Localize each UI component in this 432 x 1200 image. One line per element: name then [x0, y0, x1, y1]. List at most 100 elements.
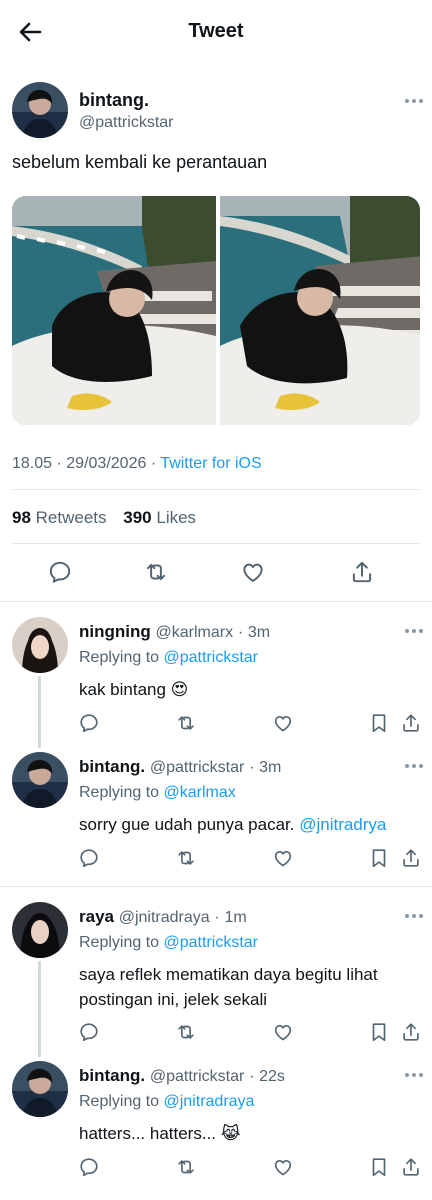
- reply-author[interactable]: ningning @karlmarx · 3m: [79, 622, 270, 642]
- divider: [0, 601, 432, 602]
- more-options-icon[interactable]: [404, 1072, 424, 1078]
- thread-line: [38, 676, 41, 748]
- share-icon[interactable]: [400, 712, 422, 734]
- top-bar: Tweet: [0, 0, 432, 64]
- replying-to: Replying to @pattrickstar: [79, 649, 258, 667]
- share-icon[interactable]: [400, 847, 422, 869]
- divider: [0, 886, 432, 887]
- reply-author[interactable]: bintang. @pattrickstar · 3m: [79, 757, 281, 777]
- likes-stat[interactable]: 390 Likes: [123, 508, 196, 527]
- replying-to-handle[interactable]: @karlmax: [164, 784, 236, 801]
- retweet-icon[interactable]: [175, 712, 197, 734]
- likes-count: 390: [123, 508, 152, 527]
- tweet-text: sebelum kembali ke perantauan: [12, 152, 268, 172]
- replying-to-handle[interactable]: @jnitradraya: [164, 1093, 255, 1110]
- more-options-icon[interactable]: [404, 98, 424, 104]
- reply-body: kak bintang 😍: [79, 680, 189, 699]
- reply-icon[interactable]: [78, 847, 100, 869]
- replying-to-handle[interactable]: @pattrickstar: [164, 934, 258, 951]
- reply-body: saya reflek mematikan daya begitu lihat …: [79, 965, 378, 1009]
- bookmark-icon[interactable]: [368, 847, 390, 869]
- bookmark-icon[interactable]: [368, 1156, 390, 1178]
- mention-link[interactable]: @jnitradrya: [299, 815, 386, 834]
- meta-separator: ·: [249, 1068, 255, 1085]
- display-name: bintang.: [79, 757, 146, 776]
- page-title: Tweet: [188, 20, 244, 42]
- like-icon[interactable]: [272, 1021, 294, 1043]
- tweet-stats: 98 Retweets 390 Likes: [12, 508, 196, 528]
- replying-label: Replying to: [79, 934, 160, 951]
- reply-time: 3m: [247, 624, 271, 641]
- reply-text: kak bintang 😍: [79, 677, 419, 702]
- more-options-icon[interactable]: [404, 913, 424, 919]
- meta-separator: ·: [249, 759, 255, 776]
- reply-time: 1m: [224, 909, 247, 926]
- handle[interactable]: @pattrickstar: [79, 114, 173, 132]
- display-name[interactable]: bintang.: [79, 90, 149, 111]
- like-icon[interactable]: [272, 712, 294, 734]
- share-icon[interactable]: [400, 1156, 422, 1178]
- tweet-meta: 18.05 · 29/03/2026 · Twitter for iOS: [12, 455, 262, 473]
- divider: [12, 543, 420, 544]
- share-icon[interactable]: [400, 1021, 422, 1043]
- replying-label: Replying to: [79, 649, 160, 666]
- display-name: raya: [79, 907, 114, 926]
- more-options-icon[interactable]: [404, 763, 424, 769]
- retweet-icon[interactable]: [143, 559, 169, 585]
- reply-icon[interactable]: [78, 1021, 100, 1043]
- display-name: bintang.: [79, 1066, 146, 1085]
- avatar[interactable]: [12, 902, 68, 958]
- retweets-label: Retweets: [35, 508, 107, 527]
- like-icon[interactable]: [272, 847, 294, 869]
- bookmark-icon[interactable]: [368, 1021, 390, 1043]
- tweet-media[interactable]: [12, 196, 420, 425]
- likes-label: Likes: [156, 508, 197, 527]
- replying-to: Replying to @jnitradraya: [79, 1093, 254, 1111]
- divider: [12, 489, 420, 490]
- replying-label: Replying to: [79, 1093, 160, 1110]
- replying-label: Replying to: [79, 784, 160, 801]
- reply-text: saya reflek mematikan daya begitu lihat …: [79, 962, 419, 1012]
- like-icon[interactable]: [272, 1156, 294, 1178]
- handle: @pattrickstar: [149, 1068, 245, 1085]
- more-options-icon[interactable]: [404, 628, 424, 634]
- thread-line: [38, 961, 41, 1057]
- avatar[interactable]: [12, 752, 68, 808]
- reply-text: hatters... hatters... 😹: [79, 1121, 419, 1146]
- meta-separator: ·: [56, 455, 62, 472]
- reply-icon[interactable]: [78, 712, 100, 734]
- tweet-photo-2[interactable]: [220, 196, 420, 425]
- reply-icon[interactable]: [78, 1156, 100, 1178]
- tweet-photo-1[interactable]: [12, 196, 216, 425]
- reply-icon[interactable]: [47, 559, 73, 585]
- reply-time: 22s: [259, 1068, 285, 1085]
- tweet-time: 18.05: [12, 455, 53, 472]
- tweet-date: 29/03/2026: [66, 455, 147, 472]
- retweets-stat[interactable]: 98 Retweets: [12, 508, 107, 527]
- handle: @pattrickstar: [149, 759, 245, 776]
- avatar[interactable]: [12, 1061, 68, 1117]
- handle: @karlmarx: [155, 624, 234, 641]
- reply-body: sorry gue udah punya pacar.: [79, 815, 300, 834]
- reply-text: sorry gue udah punya pacar. @jnitradrya: [79, 812, 424, 837]
- retweets-count: 98: [12, 508, 31, 527]
- display-name: ningning: [79, 622, 151, 641]
- replying-to-handle[interactable]: @pattrickstar: [164, 649, 258, 666]
- retweet-icon[interactable]: [175, 847, 197, 869]
- reply-author[interactable]: bintang. @pattrickstar · 22s: [79, 1066, 285, 1086]
- retweet-icon[interactable]: [175, 1021, 197, 1043]
- reply-body: hatters... hatters... 😹: [79, 1124, 241, 1143]
- replying-to: Replying to @karlmax: [79, 784, 236, 802]
- meta-separator: ·: [150, 455, 157, 472]
- replying-to: Replying to @pattrickstar: [79, 934, 258, 952]
- tweet-source[interactable]: Twitter for iOS: [160, 455, 261, 472]
- like-icon[interactable]: [240, 559, 266, 585]
- bookmark-icon[interactable]: [368, 712, 390, 734]
- reply-author[interactable]: raya @jnitradraya · 1m: [79, 907, 247, 927]
- retweet-icon[interactable]: [175, 1156, 197, 1178]
- reply-time: 3m: [259, 759, 282, 776]
- avatar[interactable]: [12, 617, 68, 673]
- handle: @jnitradraya: [118, 909, 210, 926]
- share-icon[interactable]: [349, 559, 375, 585]
- avatar[interactable]: [12, 82, 68, 138]
